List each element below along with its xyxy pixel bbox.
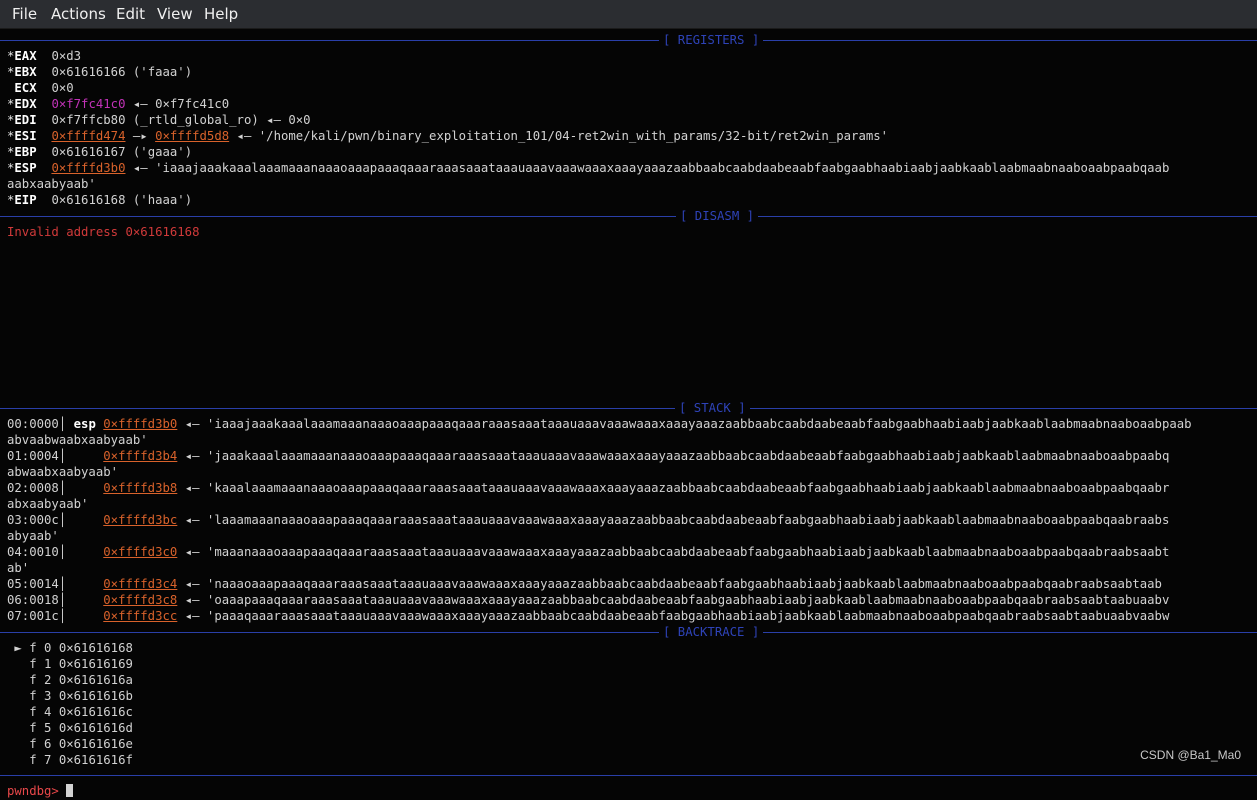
backtrace-frame: ► f 0 0×61616168 (14, 641, 133, 655)
stack-row: 01:0004│ 0×ffffd3b4 ◂— 'jaaakaaalaaamaaa… (7, 449, 1170, 463)
register-row-ebp: *EBP 0×61616167 ('gaaa') (7, 145, 193, 159)
menu-view[interactable]: View (157, 5, 193, 23)
stack-row: 05:0014│ 0×ffffd3c4 ◂— 'naaaoaaapaaaqaaa… (7, 577, 1162, 591)
register-row-eip: *EIP 0×61616168 ('haaa') (7, 193, 193, 207)
backtrace-frame: f 5 0×6161616d (29, 721, 133, 735)
backtrace-header: [ BACKTRACE ] (659, 624, 764, 640)
backtrace-frame: f 1 0×61616169 (29, 657, 133, 671)
stack-row: 00:0000│ esp 0×ffffd3b0 ◂— 'iaaajaaakaaa… (7, 417, 1192, 431)
text-cursor (66, 784, 74, 797)
stack-row: 06:0018│ 0×ffffd3c8 ◂— 'oaaapaaaqaaaraaa… (7, 593, 1170, 607)
menu-help[interactable]: Help (204, 5, 238, 23)
stack-row: 04:0010│ 0×ffffd3c0 ◂— 'maaanaaaoaaapaaa… (7, 545, 1170, 559)
menu-bar: File Actions Edit View Help (0, 0, 1257, 29)
stack-row-continuation: abvaabwaabxaabyaab' (7, 433, 148, 447)
register-row-esp: *ESP 0×ffffd3b0 ◂— 'iaaajaaakaaalaaamaaa… (7, 161, 1170, 175)
backtrace-frame: f 7 0×6161616f (29, 753, 133, 767)
stack-row-continuation: abxaabyaab' (7, 497, 89, 511)
register-row-edi: *EDI 0×f7ffcb80 (_rtld_global_ro) ◂— 0×0 (7, 113, 311, 127)
backtrace-separator: [ BACKTRACE ] (0, 624, 1257, 640)
registers-header: [ REGISTERS ] (659, 32, 764, 48)
register-esp-continuation: aabxaabyaab' (7, 177, 96, 191)
stack-row: 02:0008│ 0×ffffd3b8 ◂— 'kaaalaaamaaanaaa… (7, 481, 1170, 495)
menu-edit[interactable]: Edit (116, 5, 145, 23)
register-row-edx: *EDX 0×f7fc41c0 ◂— 0×f7fc41c0 (7, 97, 230, 111)
backtrace-frame: f 2 0×6161616a (29, 673, 133, 687)
stack-header: [ STACK ] (675, 400, 750, 416)
stack-row: 07:001c│ 0×ffffd3cc ◂— 'paaaqaaaraaasaaa… (7, 609, 1170, 623)
register-row-esi: *ESI 0×ffffd474 —▸ 0×ffffd5d8 ◂— '/home/… (7, 129, 889, 143)
register-row-ebx: *EBX 0×61616166 ('faaa') (7, 65, 193, 79)
backtrace-frame: f 3 0×6161616b (29, 689, 133, 703)
stack-separator: [ STACK ] (0, 400, 1257, 416)
registers-separator: [ REGISTERS ] (0, 32, 1257, 48)
stack-row-continuation: abyaab' (7, 529, 59, 543)
bottom-separator (0, 767, 1257, 783)
stack-row-continuation: ab' (7, 561, 30, 575)
terminal-view[interactable]: [ REGISTERS ] *EAX 0×d3 *EBX 0×61616166 … (0, 29, 1257, 800)
disasm-error: Invalid address 0×61616168 (7, 225, 200, 239)
backtrace-frame: f 6 0×6161616e (29, 737, 133, 751)
disasm-separator: [ DISASM ] (0, 208, 1257, 224)
menu-file[interactable]: File (12, 5, 37, 23)
watermark: CSDN @Ba1_Ma0 (1140, 748, 1241, 762)
register-row-eax: *EAX 0×d3 (7, 49, 82, 63)
stack-row: 03:000c│ 0×ffffd3bc ◂— 'laaamaaanaaaoaaa… (7, 513, 1170, 527)
register-row-ecx: ECX 0×0 (14, 81, 74, 95)
prompt-label: pwndbg> (7, 784, 59, 798)
stack-row-continuation: abwaabxaabyaab' (7, 465, 119, 479)
menu-actions[interactable]: Actions (51, 5, 106, 23)
backtrace-frame: f 4 0×6161616c (29, 705, 133, 719)
disasm-header: [ DISASM ] (676, 208, 759, 224)
command-prompt[interactable]: pwndbg> (7, 783, 74, 799)
